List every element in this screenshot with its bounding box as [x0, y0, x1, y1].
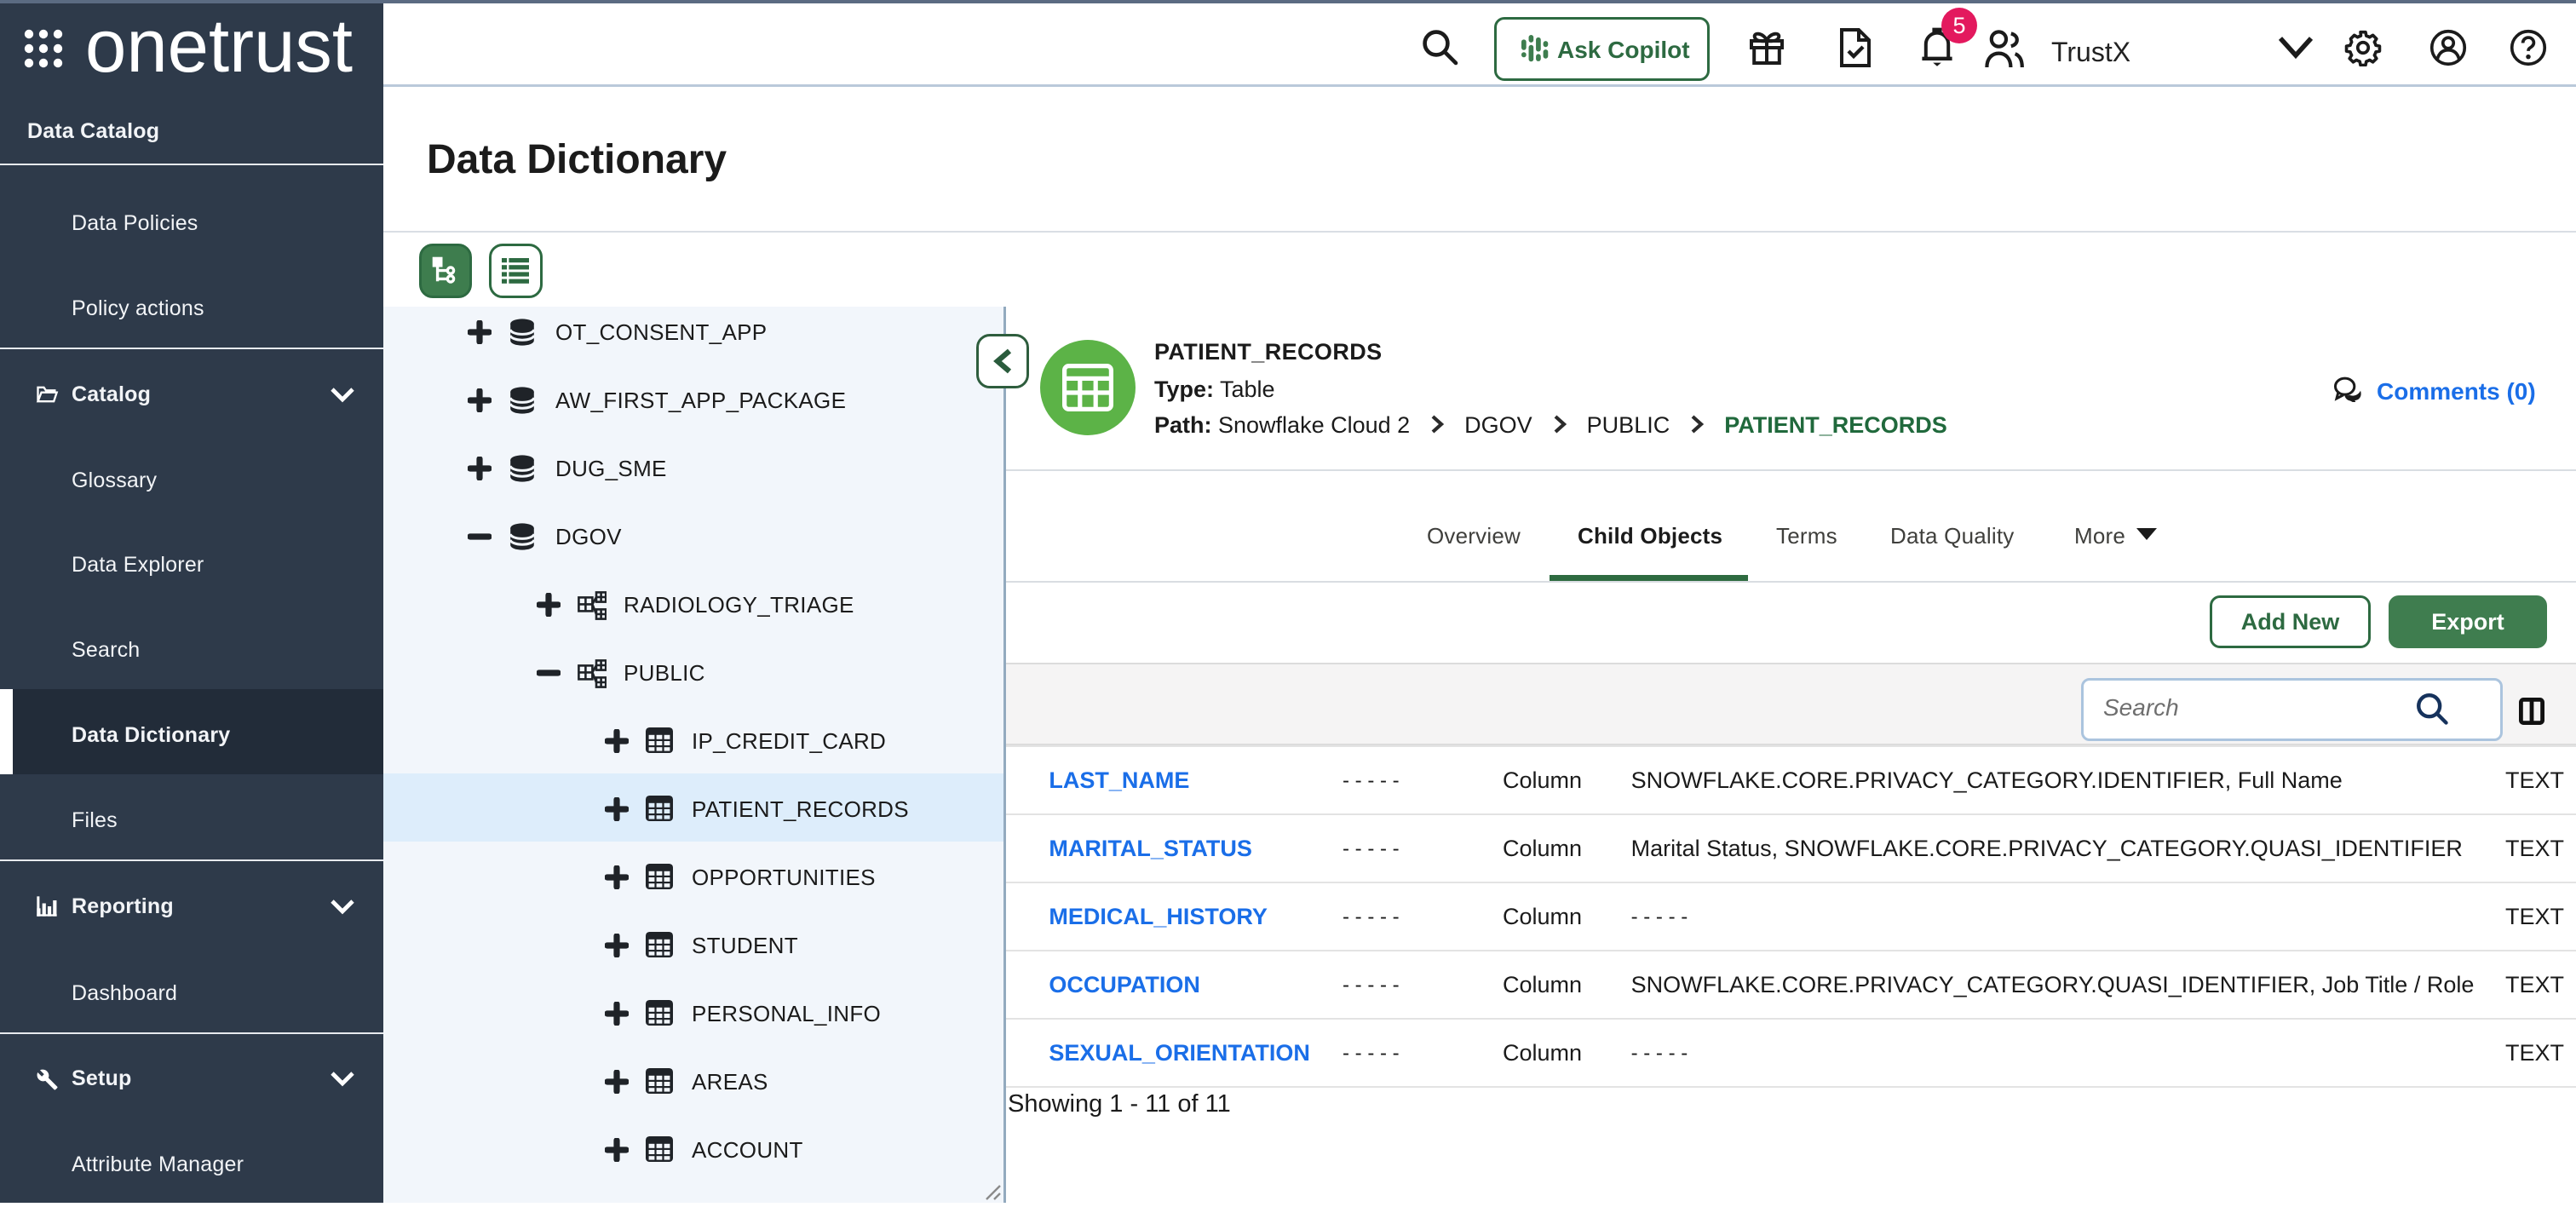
svg-text:onetrust: onetrust: [85, 7, 353, 82]
